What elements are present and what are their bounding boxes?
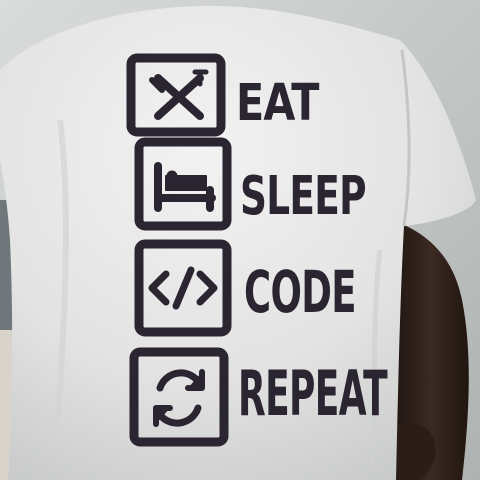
print-word-sleep: SLEEP <box>240 165 367 228</box>
print-word-eat: EAT <box>236 73 319 133</box>
print-word-code: CODE <box>244 258 357 327</box>
print-word-repeat: REPEAT <box>238 356 388 431</box>
